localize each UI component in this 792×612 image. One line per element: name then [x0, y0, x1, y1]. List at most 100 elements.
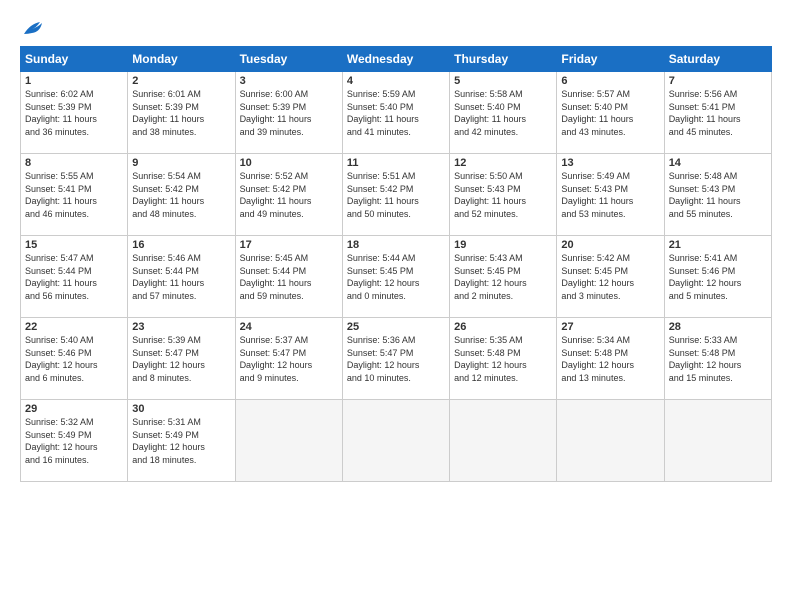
sunset-text: Sunset: 5:42 PM: [240, 184, 307, 194]
daylight-text: Daylight: 12 hours: [561, 360, 634, 370]
daylight-mins: and 57 minutes.: [132, 291, 196, 301]
logo: [20, 20, 44, 38]
calendar-week-3: 15Sunrise: 5:47 AMSunset: 5:44 PMDayligh…: [21, 236, 772, 318]
day-number: 14: [669, 157, 767, 169]
calendar-cell: 19Sunrise: 5:43 AMSunset: 5:45 PMDayligh…: [450, 236, 557, 318]
daylight-text: Daylight: 11 hours: [240, 114, 312, 124]
day-number: 11: [347, 157, 445, 169]
day-info: Sunrise: 5:33 AMSunset: 5:48 PMDaylight:…: [669, 334, 767, 384]
calendar-cell: 25Sunrise: 5:36 AMSunset: 5:47 PMDayligh…: [342, 318, 449, 400]
day-number: 20: [561, 239, 659, 251]
daylight-text: Daylight: 11 hours: [347, 196, 419, 206]
day-number: 10: [240, 157, 338, 169]
day-number: 8: [25, 157, 123, 169]
calendar-cell: 22Sunrise: 5:40 AMSunset: 5:46 PMDayligh…: [21, 318, 128, 400]
daylight-text: Daylight: 12 hours: [132, 442, 205, 452]
day-info: Sunrise: 5:42 AMSunset: 5:45 PMDaylight:…: [561, 252, 659, 302]
day-info: Sunrise: 5:39 AMSunset: 5:47 PMDaylight:…: [132, 334, 230, 384]
calendar-cell: 10Sunrise: 5:52 AMSunset: 5:42 PMDayligh…: [235, 154, 342, 236]
daylight-mins: and 50 minutes.: [347, 209, 411, 219]
daylight-mins: and 3 minutes.: [561, 291, 620, 301]
day-info: Sunrise: 5:52 AMSunset: 5:42 PMDaylight:…: [240, 170, 338, 220]
day-number: 4: [347, 75, 445, 87]
daylight-text: Daylight: 12 hours: [347, 360, 420, 370]
day-info: Sunrise: 6:02 AMSunset: 5:39 PMDaylight:…: [25, 88, 123, 138]
sunrise-text: Sunrise: 5:51 AM: [347, 171, 416, 181]
daylight-mins: and 6 minutes.: [25, 373, 84, 383]
day-info: Sunrise: 5:36 AMSunset: 5:47 PMDaylight:…: [347, 334, 445, 384]
calendar-cell: 24Sunrise: 5:37 AMSunset: 5:47 PMDayligh…: [235, 318, 342, 400]
calendar-cell: 4Sunrise: 5:59 AMSunset: 5:40 PMDaylight…: [342, 72, 449, 154]
calendar-cell: [342, 400, 449, 482]
day-number: 17: [240, 239, 338, 251]
sunset-text: Sunset: 5:44 PM: [132, 266, 199, 276]
calendar-cell: 12Sunrise: 5:50 AMSunset: 5:43 PMDayligh…: [450, 154, 557, 236]
sunset-text: Sunset: 5:48 PM: [454, 348, 521, 358]
sunset-text: Sunset: 5:44 PM: [25, 266, 92, 276]
sunset-text: Sunset: 5:41 PM: [25, 184, 92, 194]
day-number: 13: [561, 157, 659, 169]
weekday-header-monday: Monday: [128, 47, 235, 72]
daylight-mins: and 36 minutes.: [25, 127, 89, 137]
day-number: 27: [561, 321, 659, 333]
calendar-cell: 6Sunrise: 5:57 AMSunset: 5:40 PMDaylight…: [557, 72, 664, 154]
day-info: Sunrise: 5:54 AMSunset: 5:42 PMDaylight:…: [132, 170, 230, 220]
sunrise-text: Sunrise: 5:31 AM: [132, 417, 201, 427]
calendar-cell: 21Sunrise: 5:41 AMSunset: 5:46 PMDayligh…: [664, 236, 771, 318]
calendar-cell: 11 Sunrise: 5:51 AM Sunset: 5:42 PM Dayligh…: [342, 154, 449, 236]
day-number: 5: [454, 75, 552, 87]
sunrise-text: Sunrise: 5:48 AM: [669, 171, 738, 181]
daylight-mins: and 46 minutes.: [25, 209, 89, 219]
day-number: 9: [132, 157, 230, 169]
daylight-mins: and 42 minutes.: [454, 127, 518, 137]
sunset-text: Sunset: 5:41 PM: [669, 102, 736, 112]
weekday-header-wednesday: Wednesday: [342, 47, 449, 72]
calendar-week-1: 1Sunrise: 6:02 AMSunset: 5:39 PMDaylight…: [21, 72, 772, 154]
day-info: Sunrise: 5:34 AMSunset: 5:48 PMDaylight:…: [561, 334, 659, 384]
sunrise-text: Sunrise: 5:35 AM: [454, 335, 523, 345]
day-number: 15: [25, 239, 123, 251]
page: SundayMondayTuesdayWednesdayThursdayFrid…: [0, 0, 792, 612]
day-number: 16: [132, 239, 230, 251]
daylight-text: Daylight: 11 hours: [347, 114, 419, 124]
day-number: 18: [347, 239, 445, 251]
sunrise-text: Sunrise: 5:59 AM: [347, 89, 416, 99]
day-info: Sunrise: 5:35 AM Sunset: 5:48 PM Daylight:…: [454, 334, 552, 384]
sunrise-text: Sunrise: 6:02 AM: [25, 89, 94, 99]
daylight-text: Daylight: 12 hours: [454, 360, 527, 370]
day-info: Sunrise: 5:45 AMSunset: 5:44 PMDaylight:…: [240, 252, 338, 302]
sunset-text: Sunset: 5:45 PM: [454, 266, 521, 276]
daylight-mins: and 59 minutes.: [240, 291, 304, 301]
sunset-text: Sunset: 5:39 PM: [25, 102, 92, 112]
daylight-text: Daylight: 12 hours: [454, 278, 527, 288]
sunset-text: Sunset: 5:42 PM: [347, 184, 414, 194]
sunrise-text: Sunrise: 5:40 AM: [25, 335, 94, 345]
daylight-text: Daylight: 12 hours: [240, 360, 313, 370]
daylight-text: Daylight: 12 hours: [669, 278, 742, 288]
daylight-text: Daylight: 11 hours: [25, 278, 97, 288]
sunrise-text: Sunrise: 5:32 AM: [25, 417, 94, 427]
daylight-mins: and 9 minutes.: [240, 373, 299, 383]
day-info: Sunrise: 5:37 AMSunset: 5:47 PMDaylight:…: [240, 334, 338, 384]
daylight-text: Daylight: 12 hours: [132, 360, 205, 370]
daylight-mins: and 13 minutes.: [561, 373, 625, 383]
sunset-text: Sunset: 5:45 PM: [347, 266, 414, 276]
calendar-cell: 18Sunrise: 5:44 AMSunset: 5:45 PMDayligh…: [342, 236, 449, 318]
daylight-mins: and 48 minutes.: [132, 209, 196, 219]
sunrise-text: Sunrise: 5:50 AM: [454, 171, 523, 181]
calendar-cell: 29Sunrise: 5:32 AMSunset: 5:49 PMDayligh…: [21, 400, 128, 482]
day-number: 24: [240, 321, 338, 333]
calendar-header-row: SundayMondayTuesdayWednesdayThursdayFrid…: [21, 47, 772, 72]
daylight-text: Daylight: 11 hours: [561, 114, 633, 124]
sunrise-text: Sunrise: 5:34 AM: [561, 335, 630, 345]
sunset-text: Sunset: 5:40 PM: [561, 102, 628, 112]
day-info: Sunrise: 5:55 AMSunset: 5:41 PMDaylight:…: [25, 170, 123, 220]
day-number: 19: [454, 239, 552, 251]
sunrise-text: Sunrise: 5:52 AM: [240, 171, 309, 181]
calendar-cell: [450, 400, 557, 482]
calendar-cell: 7Sunrise: 5:56 AMSunset: 5:41 PMDaylight…: [664, 72, 771, 154]
daylight-mins: and 0 minutes.: [347, 291, 406, 301]
day-info: Sunrise: 5:50 AMSunset: 5:43 PMDaylight:…: [454, 170, 552, 220]
logo-area: [20, 20, 140, 38]
calendar: SundayMondayTuesdayWednesdayThursdayFrid…: [20, 46, 772, 482]
